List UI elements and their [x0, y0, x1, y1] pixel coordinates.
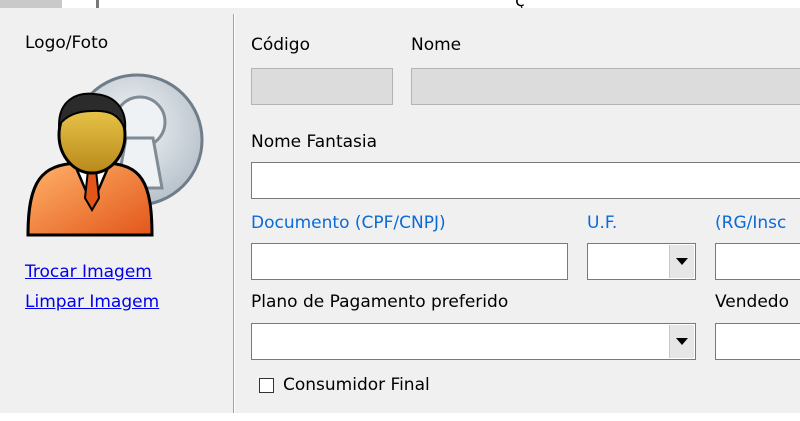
nome-fantasia-input[interactable]: [252, 163, 800, 198]
vendedor-label: Vendedo: [715, 292, 789, 312]
nome-fantasia-label: Nome Fantasia: [251, 132, 378, 152]
plano-value[interactable]: [252, 324, 695, 359]
uf-dropdown-button[interactable]: [669, 245, 694, 278]
nome-fantasia-field[interactable]: [251, 162, 800, 199]
nome-label: Nome: [411, 35, 462, 55]
panel-divider-highlight: [234, 14, 235, 413]
rg-input[interactable]: [716, 244, 800, 279]
nome-field: [411, 68, 800, 105]
rg-field[interactable]: [715, 243, 800, 280]
avatar[interactable]: [22, 70, 207, 240]
chevron-down-icon: [676, 258, 688, 265]
codigo-field: [251, 68, 393, 105]
vendedor-input[interactable]: [716, 324, 800, 359]
plano-label: Plano de Pagamento preferido: [251, 292, 509, 312]
top-edge: ç: [0, 0, 800, 8]
rg-label: (RG/Insc: [715, 213, 787, 233]
top-edge-mark: [96, 0, 99, 8]
top-partial-text: ç: [515, 0, 525, 8]
clear-image-link[interactable]: Limpar Imagem: [25, 292, 159, 312]
documento-label: Documento (CPF/CNPJ): [251, 213, 446, 233]
change-image-link[interactable]: Trocar Imagem: [25, 262, 152, 282]
codigo-input: [252, 69, 392, 104]
consumidor-final-label[interactable]: Consumidor Final: [283, 375, 430, 395]
plano-select[interactable]: [251, 323, 696, 360]
top-edge-tab: [0, 0, 62, 8]
consumidor-final-checkbox[interactable]: [259, 378, 274, 393]
uf-label: U.F.: [587, 213, 618, 233]
documento-field[interactable]: [251, 243, 568, 280]
documento-input[interactable]: [252, 244, 567, 279]
uf-select[interactable]: [587, 243, 696, 280]
logo-foto-label: Logo/Foto: [25, 33, 109, 53]
bottom-edge: [0, 413, 800, 421]
person-with-keyhole-icon: [26, 73, 204, 237]
nome-input: [412, 69, 800, 104]
plano-dropdown-button[interactable]: [669, 325, 694, 358]
vendedor-field[interactable]: [715, 323, 800, 360]
chevron-down-icon: [676, 338, 688, 345]
codigo-label: Código: [251, 35, 310, 55]
